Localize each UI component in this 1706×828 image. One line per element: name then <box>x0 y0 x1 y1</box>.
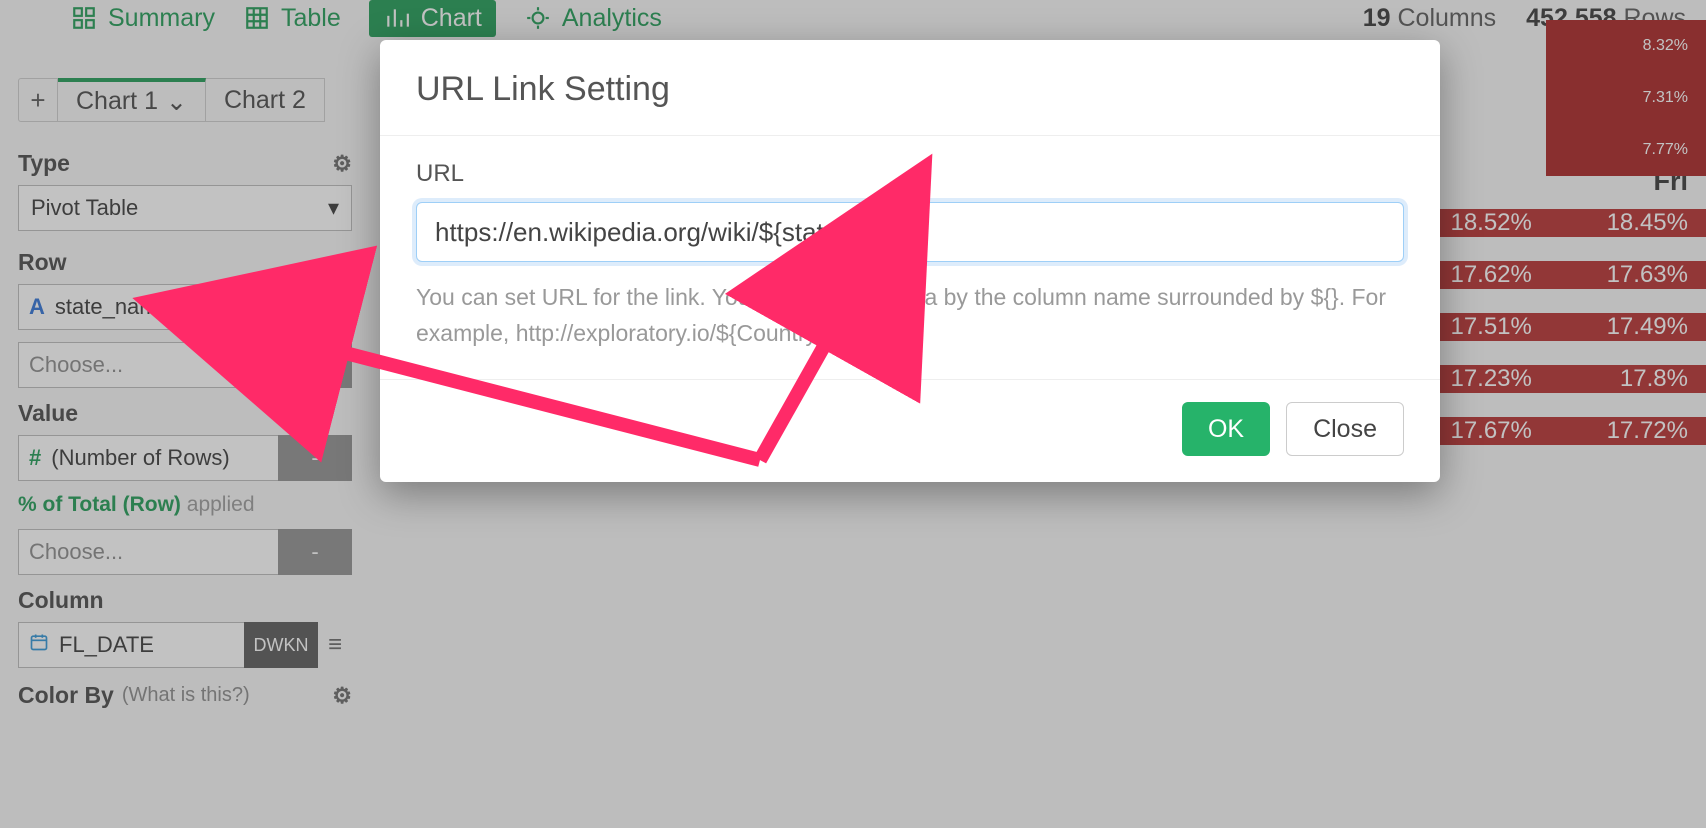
url-input[interactable] <box>416 202 1404 262</box>
app-root: Summary Table Chart Analytics 19 Columns… <box>0 0 1706 828</box>
url-helper-text: You can set URL for the link. You can re… <box>416 280 1404 351</box>
dialog-title: URL Link Setting <box>416 70 1404 109</box>
url-link-setting-dialog: URL Link Setting URL You can set URL for… <box>380 40 1440 482</box>
url-field-label: URL <box>416 160 1404 188</box>
ok-button[interactable]: OK <box>1182 402 1270 456</box>
close-button[interactable]: Close <box>1286 402 1404 456</box>
